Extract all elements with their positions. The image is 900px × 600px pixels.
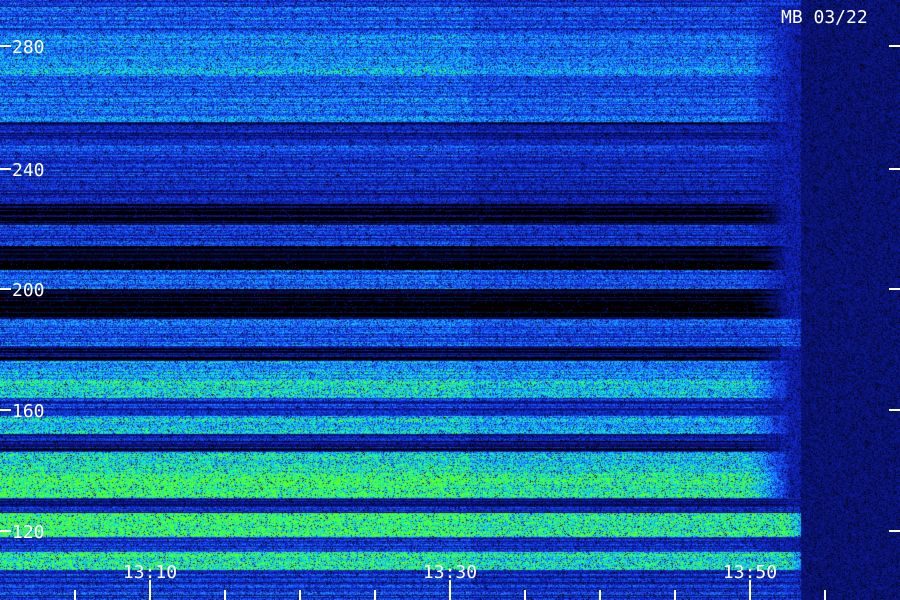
x-tick-label-1350: 13:50	[723, 562, 777, 583]
y-tick-label-280: 280	[12, 37, 45, 58]
x-tick-label-1330: 13:30	[423, 562, 477, 583]
y-tick-label-240: 240	[12, 160, 45, 181]
chart-overlay: MB 03/22 280 240 200 160 120 13:10 13:30…	[0, 7, 900, 600]
y-axis-right	[889, 45, 900, 532]
y-tick-label-120: 120	[12, 522, 45, 543]
y-tick-label-200: 200	[12, 280, 45, 301]
y-tick-label-160: 160	[12, 401, 45, 422]
y-axis-left: 280 240 200 160 120	[0, 37, 45, 543]
x-axis: 13:10 13:30 13:50	[74, 562, 826, 600]
chart-title: MB 03/22	[781, 7, 868, 28]
x-tick-label-1310: 13:10	[123, 562, 177, 583]
